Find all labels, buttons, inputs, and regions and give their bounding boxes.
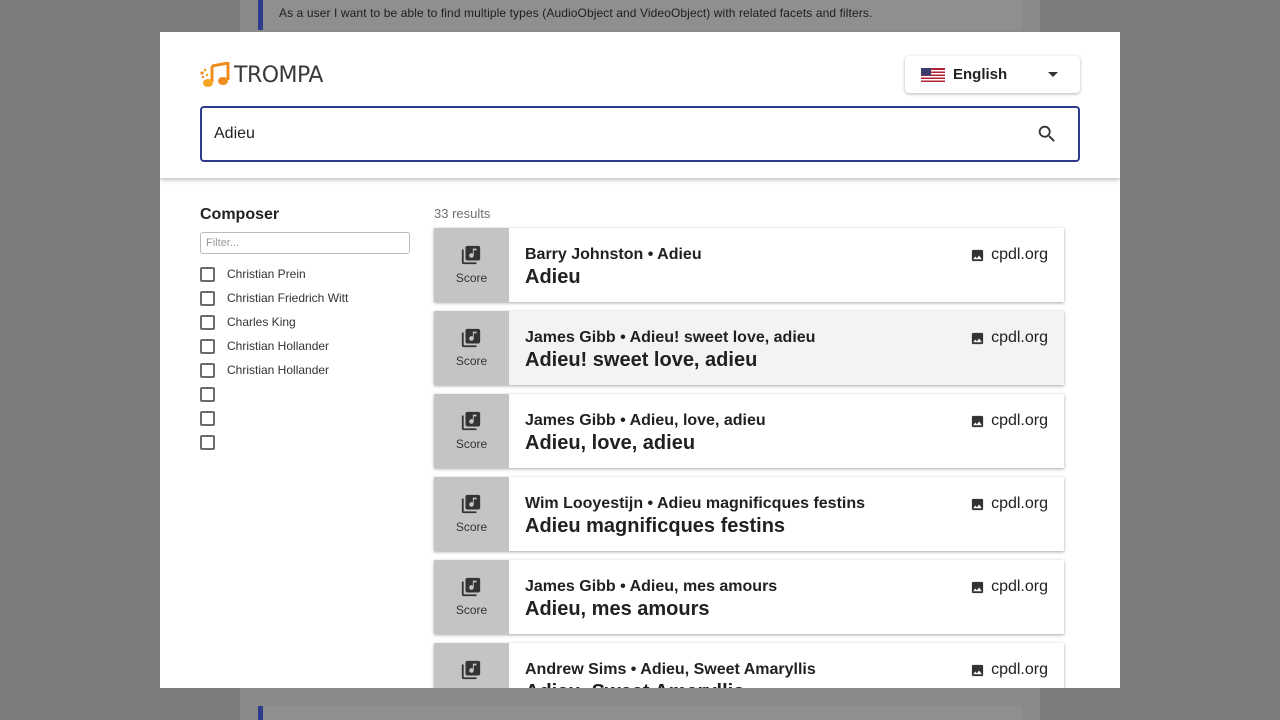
facet-option[interactable] [200,406,410,430]
result-card[interactable]: Score James Gibb • Adieu, love, adieu Ad… [434,394,1064,468]
facet-option[interactable]: Charles King [200,310,410,334]
checkbox[interactable] [200,266,215,282]
result-title: Adieu magnificques festins [525,515,786,537]
result-card[interactable]: Score James Gibb • Adieu, mes amours Adi… [434,560,1064,634]
result-type: Score [455,354,488,368]
result-thumbnail: Score [434,477,509,551]
facet-option-label: Charles King [227,315,296,329]
music-note-logo-icon [200,62,230,87]
background-user-story: As a user I want to be able to find mult… [258,0,1022,30]
modal-body: Composer Christian Prein Christian Fried… [160,178,1120,688]
result-source[interactable]: cpdl.org [970,412,1048,430]
checkbox[interactable] [200,410,215,426]
background-story-text: As a user I want to be able to find mult… [279,6,873,20]
results-panel: 33 results Score Barry Johnston • Adieu … [434,206,1074,688]
logo-text: TROMPA [234,62,323,88]
result-subtitle: James Gibb • Adieu! sweet love, adieu [525,329,816,346]
result-source-label: cpdl.org [991,412,1048,429]
image-icon [971,249,984,261]
result-card[interactable]: Score James Gibb • Adieu! sweet love, ad… [434,311,1064,385]
facet-option-label: Christian Friedrich Witt [227,291,349,305]
result-source-label: cpdl.org [991,246,1048,263]
language-label: English [953,66,1008,83]
result-subtitle: James Gibb • Adieu, mes amours [525,578,778,595]
result-source[interactable]: cpdl.org [970,329,1048,347]
music-library-icon [461,245,481,265]
image-icon [971,664,984,676]
checkbox[interactable] [200,434,215,450]
facet-filter-input[interactable] [200,232,410,254]
facet-option[interactable]: Christian Hollander [200,334,410,358]
result-source-label: cpdl.org [991,661,1048,678]
facet-option[interactable] [200,382,410,406]
result-card[interactable]: Score Wim Looyestijn • Adieu magnificque… [434,477,1064,551]
facet-option-label: Christian Hollander [227,363,330,377]
result-list: Score Barry Johnston • Adieu Adieu cpdl.… [434,228,1074,688]
result-source[interactable]: cpdl.org [970,661,1048,679]
result-title: Adieu [525,266,581,288]
result-type: Score [455,603,488,617]
search-input[interactable] [214,108,1014,160]
music-library-icon [461,577,481,597]
search-modal: TROMPA English Composer [160,32,1120,688]
facet-option[interactable]: Christian Friedrich Witt [200,286,410,310]
checkbox[interactable] [200,386,215,402]
result-type: Score [434,686,509,688]
search-icon[interactable] [1036,123,1058,145]
result-type: Score [455,271,488,285]
background-footer-block [258,706,1022,720]
facet-option[interactable]: Christian Prein [200,262,410,286]
result-card[interactable]: Score Andrew Sims • Adieu, Sweet Amaryll… [434,643,1064,688]
image-icon [971,332,984,344]
facet-list: Christian Prein Christian Friedrich Witt… [200,262,410,454]
result-source-label: cpdl.org [991,329,1048,346]
result-source[interactable]: cpdl.org [970,495,1048,513]
search-field [200,106,1080,162]
result-source-label: cpdl.org [991,495,1048,512]
result-source[interactable]: cpdl.org [970,246,1048,264]
result-title: Adieu, Sweet Amaryllis [525,681,744,688]
result-subtitle: Wim Looyestijn • Adieu magnificques fest… [525,495,866,512]
result-thumbnail: Score [434,311,509,385]
checkbox[interactable] [200,314,215,330]
facet-option[interactable]: Christian Hollander [200,358,410,382]
us-flag-icon [921,67,945,82]
music-library-icon [461,328,481,348]
results-count: 33 results [434,206,491,221]
music-library-icon [461,411,481,431]
image-icon [971,498,984,510]
music-library-icon [461,494,481,514]
result-title: Adieu! sweet love, adieu [525,349,758,371]
result-subtitle: James Gibb • Adieu, love, adieu [525,412,766,429]
result-subtitle: Barry Johnston • Adieu [525,246,702,263]
facet-option-label: Christian Prein [227,267,306,281]
result-title: Adieu, mes amours [525,598,710,620]
result-thumbnail: Score [434,560,509,634]
result-type: Score [455,520,488,534]
language-select[interactable]: English [905,56,1080,93]
composer-facet: Composer Christian Prein Christian Fried… [200,206,410,454]
result-thumbnail: Score [434,643,509,688]
result-source-label: cpdl.org [991,578,1048,595]
checkbox[interactable] [200,338,215,354]
music-library-icon [461,660,481,680]
image-icon [971,581,984,593]
result-subtitle: Andrew Sims • Adieu, Sweet Amaryllis [525,661,816,678]
modal-header: TROMPA English [160,32,1120,178]
result-thumbnail: Score [434,394,509,468]
trompa-logo[interactable]: TROMPA [200,62,323,88]
result-card[interactable]: Score Barry Johnston • Adieu Adieu cpdl.… [434,228,1064,302]
facet-title: Composer [200,206,280,223]
result-title: Adieu, love, adieu [525,432,696,454]
checkbox[interactable] [200,290,215,306]
image-icon [971,415,984,427]
result-thumbnail: Score [434,228,509,302]
facet-option[interactable] [200,430,410,454]
checkbox[interactable] [200,362,215,378]
result-type: Score [455,437,488,451]
chevron-down-icon [1048,72,1058,77]
facet-option-label: Christian Hollander [227,339,330,353]
result-source[interactable]: cpdl.org [970,578,1048,596]
